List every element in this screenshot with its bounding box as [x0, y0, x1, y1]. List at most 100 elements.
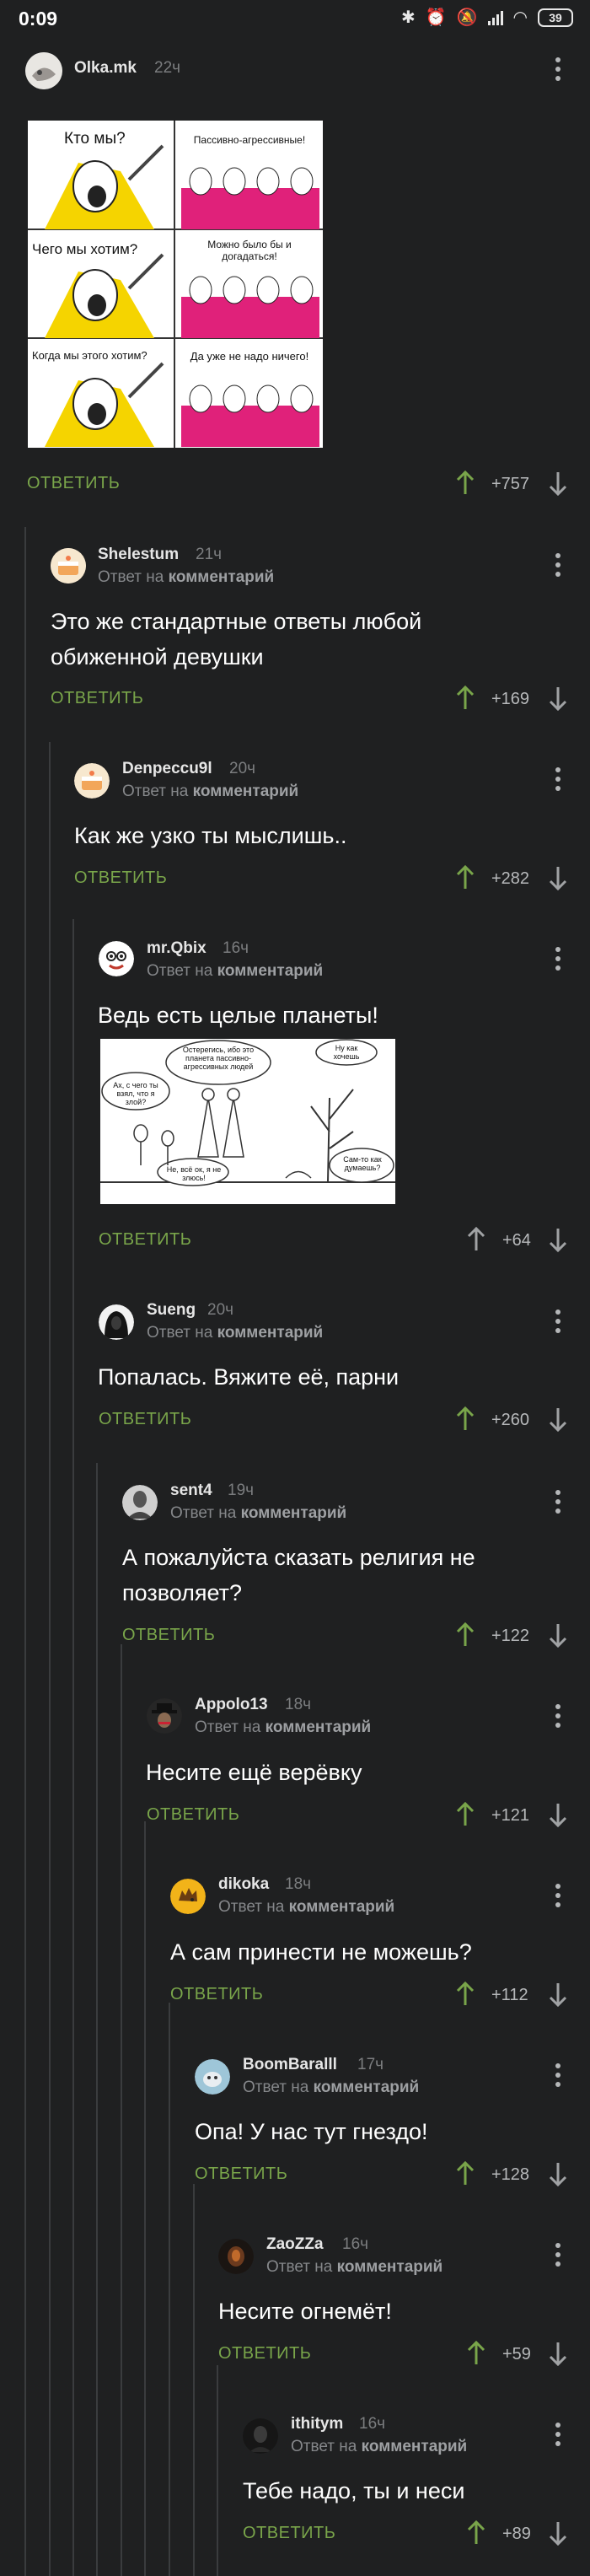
- more-options-icon[interactable]: [555, 1704, 561, 1729]
- avatar[interactable]: [99, 1304, 134, 1340]
- more-options-icon[interactable]: [555, 1310, 561, 1335]
- reply-button[interactable]: ОТВЕТИТЬ: [122, 1626, 215, 1645]
- downvote-icon[interactable]: [548, 471, 568, 496]
- upvote-icon[interactable]: [455, 1406, 475, 1432]
- more-options-icon[interactable]: [555, 57, 561, 83]
- thread-line[interactable]: [144, 1821, 146, 2576]
- more-options-icon[interactable]: [555, 947, 561, 972]
- upvote-icon[interactable]: [455, 1982, 475, 2007]
- hedgehog-avatar-icon: [170, 1879, 206, 1914]
- avatar[interactable]: [147, 1698, 182, 1734]
- mute-icon: 🔕: [456, 8, 478, 27]
- bluetooth-icon: ✱: [400, 8, 416, 27]
- thread-line[interactable]: [24, 527, 26, 2576]
- comment-author[interactable]: Shelestum: [98, 546, 179, 564]
- reply-to-label[interactable]: Ответ на комментарий: [291, 2438, 467, 2456]
- comment-author[interactable]: ithitym: [291, 2415, 343, 2433]
- more-options-icon[interactable]: [555, 2243, 561, 2268]
- rating-score: +169: [491, 690, 530, 708]
- signal-icon: [487, 10, 503, 25]
- avatar[interactable]: [170, 1879, 206, 1914]
- downvote-icon[interactable]: [548, 2161, 568, 2186]
- comment-author[interactable]: BoomBaralll: [243, 2056, 337, 2074]
- reply-button[interactable]: ОТВЕТИТЬ: [195, 2165, 287, 2184]
- reply-to-label[interactable]: Ответ на комментарий: [243, 2079, 419, 2097]
- thread-line[interactable]: [217, 2365, 218, 2576]
- reply-button[interactable]: ОТВЕТИТЬ: [27, 474, 120, 493]
- comment-author[interactable]: Denpeccu9l: [122, 760, 212, 778]
- comment-author[interactable]: Sueng: [147, 1301, 196, 1320]
- downvote-icon[interactable]: [548, 1802, 568, 1827]
- meme-image[interactable]: Кто мы? Пассивно-агрессивные! Чего мы хо…: [28, 121, 323, 448]
- reply-button[interactable]: ОТВЕТИТЬ: [147, 1805, 239, 1825]
- reply-to-label[interactable]: Ответ на комментарий: [266, 2258, 442, 2277]
- avatar[interactable]: [218, 2239, 254, 2274]
- thread-line[interactable]: [72, 919, 74, 2576]
- reply-button[interactable]: ОТВЕТИТЬ: [99, 1230, 191, 1250]
- downvote-icon[interactable]: [548, 1622, 568, 1648]
- reply-to-label[interactable]: Ответ на комментарий: [98, 568, 274, 587]
- status-icons: ✱ ⏰ 🔕 ◠ 39: [401, 7, 573, 28]
- reply-button[interactable]: ОТВЕТИТЬ: [74, 869, 167, 888]
- comment-text: Тебе надо, ты и неси: [243, 2478, 465, 2503]
- upvote-icon[interactable]: [455, 471, 475, 496]
- avatar[interactable]: [25, 52, 62, 89]
- upvote-icon[interactable]: [455, 1802, 475, 1827]
- avatar[interactable]: [195, 2059, 230, 2095]
- downvote-icon[interactable]: [548, 1227, 568, 1252]
- reply-button[interactable]: ОТВЕТИТЬ: [51, 689, 143, 708]
- avatar[interactable]: [99, 941, 134, 976]
- reply-button[interactable]: ОТВЕТИТЬ: [218, 2344, 311, 2364]
- comment-author[interactable]: mr.Qbix: [147, 939, 206, 958]
- more-options-icon[interactable]: [555, 1490, 561, 1515]
- upvote-icon[interactable]: [466, 1227, 486, 1252]
- cake-avatar-icon: [74, 763, 110, 799]
- alarm-off-icon: ⏰: [425, 8, 447, 27]
- comic-image[interactable]: Остерегись, ибо это планета пассивно-агр…: [100, 1039, 395, 1204]
- reply-to-label[interactable]: Ответ на комментарий: [147, 962, 323, 981]
- thread-line[interactable]: [169, 2003, 170, 2576]
- downvote-icon[interactable]: [548, 865, 568, 890]
- downvote-icon[interactable]: [548, 1406, 568, 1432]
- upvote-icon[interactable]: [455, 686, 475, 711]
- upvote-icon[interactable]: [466, 2520, 486, 2546]
- more-options-icon[interactable]: [555, 767, 561, 793]
- reply-to-label[interactable]: Ответ на комментарий: [170, 1504, 346, 1523]
- more-options-icon[interactable]: [555, 2423, 561, 2448]
- reply-to-label[interactable]: Ответ на комментарий: [147, 1324, 323, 1342]
- reply-to-label[interactable]: Ответ на комментарий: [195, 1718, 371, 1737]
- more-options-icon[interactable]: [555, 553, 561, 578]
- comment-author[interactable]: ZaoZZa: [266, 2235, 324, 2254]
- comment-author[interactable]: Appolo13: [195, 1696, 268, 1714]
- avatar[interactable]: [122, 1485, 158, 1520]
- more-options-icon[interactable]: [555, 1884, 561, 1909]
- thread-line[interactable]: [121, 1644, 122, 2576]
- upvote-icon[interactable]: [466, 2341, 486, 2366]
- upvote-icon[interactable]: [455, 2161, 475, 2186]
- comment-author[interactable]: Olka.mk: [74, 59, 137, 78]
- downvote-icon[interactable]: [548, 2520, 568, 2546]
- rating-score: +282: [491, 869, 530, 888]
- comment-age: 16ч: [342, 2235, 369, 2253]
- downvote-icon[interactable]: [548, 686, 568, 711]
- reply-button[interactable]: ОТВЕТИТЬ: [243, 2524, 335, 2543]
- avatar[interactable]: [243, 2418, 278, 2454]
- upvote-icon[interactable]: [455, 1622, 475, 1648]
- more-options-icon[interactable]: [555, 2063, 561, 2089]
- downvote-icon[interactable]: [548, 2341, 568, 2366]
- downvote-icon[interactable]: [548, 1982, 568, 2007]
- reply-button[interactable]: ОТВЕТИТЬ: [99, 1410, 191, 1429]
- thread-line[interactable]: [96, 1463, 98, 2576]
- comment-author[interactable]: dikoka: [218, 1875, 269, 1894]
- meme-caption: Чего мы хотим?: [30, 240, 141, 259]
- reply-to-label[interactable]: Ответ на комментарий: [122, 782, 298, 801]
- thread-line[interactable]: [49, 742, 51, 2576]
- avatar[interactable]: [51, 548, 86, 583]
- comment-age: 18ч: [285, 1696, 312, 1713]
- upvote-icon[interactable]: [455, 865, 475, 890]
- thread-line[interactable]: [193, 2184, 195, 2576]
- reply-to-label[interactable]: Ответ на комментарий: [218, 1898, 394, 1917]
- comment-author[interactable]: sent4: [170, 1482, 212, 1500]
- avatar[interactable]: [74, 763, 110, 799]
- reply-button[interactable]: ОТВЕТИТЬ: [170, 1985, 263, 2004]
